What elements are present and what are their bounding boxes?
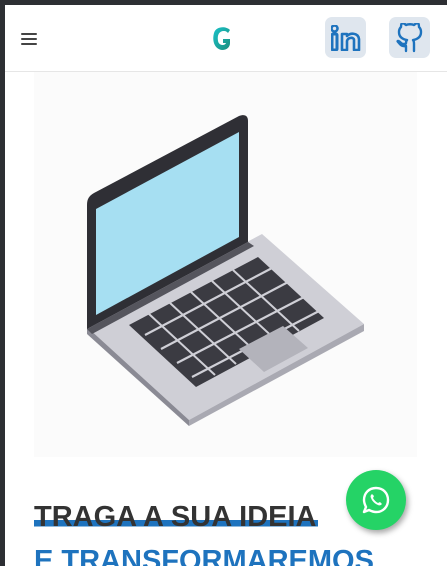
headline-line-1: TRAGA A SUA IDEIA bbox=[34, 501, 319, 533]
github-icon bbox=[395, 22, 422, 52]
hamburger-menu-button[interactable] bbox=[21, 29, 43, 49]
laptop-illustration bbox=[34, 72, 417, 457]
page-frame: TRAGA A SUA IDEIA E TRANSFORMAREMOS bbox=[5, 5, 447, 566]
site-header bbox=[5, 5, 447, 72]
whatsapp-icon bbox=[362, 486, 390, 514]
whatsapp-button[interactable] bbox=[346, 470, 406, 530]
hamburger-menu-icon bbox=[21, 33, 37, 35]
g-logo-icon[interactable] bbox=[211, 26, 233, 52]
linkedin-button[interactable] bbox=[325, 17, 366, 58]
headline-line-2: E TRANSFORMAREMOS bbox=[34, 545, 374, 566]
github-button[interactable] bbox=[389, 17, 430, 58]
linkedin-icon bbox=[330, 24, 360, 51]
